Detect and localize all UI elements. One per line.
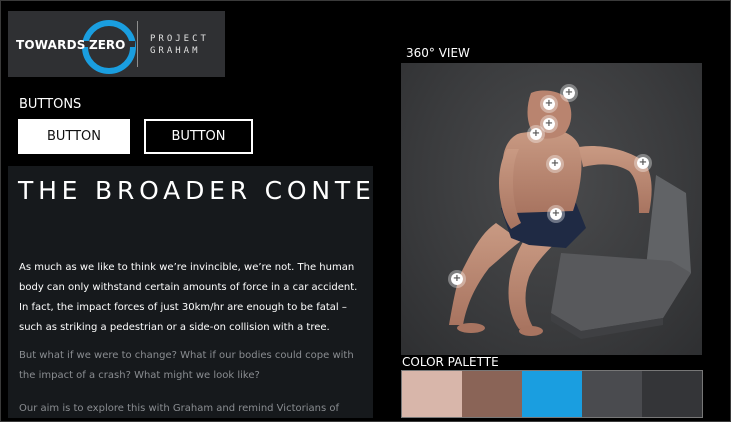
hotspot-arm[interactable] (634, 154, 652, 172)
swatch-skin-dark[interactable] (462, 371, 522, 417)
right-foot (519, 326, 543, 336)
logo-zero-text: ZERO (89, 38, 126, 52)
hotspot-head[interactable] (540, 95, 558, 113)
swatch-charcoal[interactable] (642, 371, 702, 417)
color-palette-title: COLOR PALETTE (402, 355, 499, 369)
article-paragraph-1: As much as we like to think we’re invinc… (19, 262, 358, 333)
hotspot-skull[interactable] (560, 84, 578, 102)
secondary-button[interactable]: BUTTON (144, 119, 253, 154)
color-palette (401, 370, 703, 418)
logo-divider (137, 21, 138, 67)
left-foot (457, 323, 485, 333)
view-360-title: 360° VIEW (406, 46, 470, 60)
swatch-blue[interactable] (522, 371, 582, 417)
logo-graham-text: GRAHAM (150, 46, 201, 56)
swatch-skin-light[interactable] (402, 371, 462, 417)
primary-button[interactable]: BUTTON (18, 119, 130, 154)
bench-seat (551, 253, 691, 331)
hotspot-ribs[interactable] (546, 155, 564, 173)
hotspot-hips[interactable] (547, 205, 565, 223)
torso (502, 129, 582, 213)
hotspot-knee[interactable] (448, 270, 466, 288)
towards-zero-logo[interactable]: TOWARDS ZERO PROJECT GRAHAM (8, 11, 225, 77)
article-paragraph-3: Our aim is to explore this with Graham a… (19, 403, 340, 414)
buttons-section-title: BUTTONS (19, 97, 82, 112)
logo-towards-text: TOWARDS (16, 38, 86, 52)
broader-context-panel: THE BROADER CONTEXT As much as we like t… (8, 166, 373, 418)
swatch-gray[interactable] (582, 371, 642, 417)
graham-360-view[interactable] (401, 63, 702, 355)
hotspot-ear[interactable] (527, 125, 545, 143)
article-heading: THE BROADER CONTEXT (18, 176, 373, 205)
right-leg (508, 233, 553, 329)
logo-project-graham: PROJECT GRAHAM (150, 33, 209, 57)
article-paragraph-2: But what if we were to change? What if o… (19, 350, 354, 381)
logo-project-text: PROJECT (150, 34, 209, 44)
